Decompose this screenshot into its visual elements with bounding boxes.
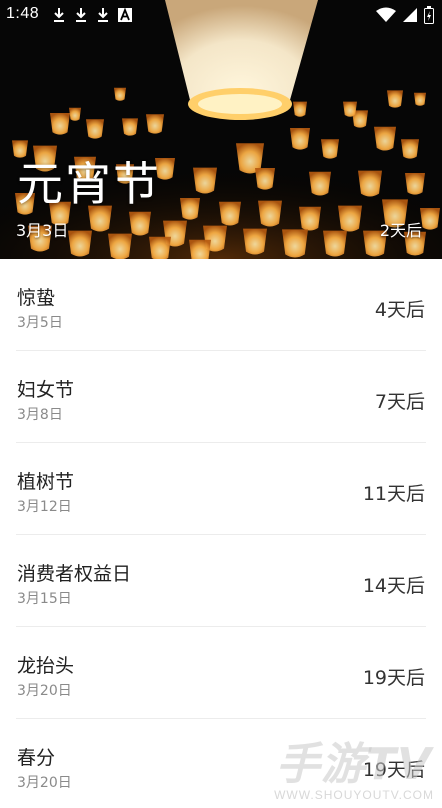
featured-holiday-countdown: 2天后 [379,221,422,240]
holiday-countdown: 7天后 [374,391,425,413]
wifi-icon [376,7,396,22]
signal-icon [403,8,417,22]
sky-lantern [420,208,440,230]
sky-lantern [299,206,321,231]
featured-holiday-banner[interactable]: 1:48 元宵节 3月3日 2天后 [0,0,442,259]
sky-lantern [321,139,339,159]
holiday-countdown: 19天后 [362,667,425,689]
holiday-list-item[interactable]: 植树节 3月12日 11天后 [16,443,426,535]
sky-lantern [293,101,307,117]
download-icon [98,8,108,22]
sky-lantern [309,171,331,196]
holiday-name: 妇女节 [17,379,75,401]
holiday-list-item[interactable]: 消费者权益日 3月15日 14天后 [16,535,426,627]
sky-lantern [86,119,104,139]
sky-lantern [69,107,81,121]
holiday-countdown: 4天后 [374,299,425,321]
sky-lantern [358,170,382,197]
sky-lantern [387,90,403,108]
holiday-name: 龙抬头 [17,655,75,677]
holiday-date: 3月12日 [17,499,72,515]
notification-icons [52,6,132,24]
holiday-list-item[interactable]: 惊蛰 3月5日 4天后 [16,259,426,351]
sky-lantern [108,233,132,259]
status-time: 1:48 [6,5,40,22]
featured-holiday-name: 元宵节 [17,157,161,211]
sky-lantern [68,230,92,257]
sky-lantern [189,239,211,259]
sky-lantern [282,229,308,258]
status-bar: 1:48 [0,0,442,30]
sky-lantern [193,167,217,194]
holiday-date: 3月8日 [17,407,63,423]
holiday-list-item[interactable]: 龙抬头 3月20日 19天后 [16,627,426,719]
sky-lantern [258,200,282,227]
sky-lantern [414,92,426,106]
holiday-name: 春分 [17,747,56,769]
download-icon [76,8,86,22]
battery-charging-icon [424,6,434,24]
sky-lantern [122,118,138,136]
sky-lantern [180,198,200,220]
holiday-countdown: 14天后 [362,575,425,597]
holiday-name: 惊蛰 [17,287,56,309]
system-icons [376,5,434,25]
sky-lantern [323,230,347,257]
holiday-countdown: 19天后 [362,759,425,781]
sky-lantern [405,173,425,195]
holiday-date: 3月5日 [17,315,63,331]
sky-lantern [255,168,275,190]
holiday-name: 植树节 [17,471,75,493]
sky-lantern [50,113,70,135]
font-a-icon [118,8,132,22]
featured-holiday-date: 3月3日 [16,221,69,240]
holiday-list-item[interactable]: 春分 3月20日 19天后 [16,719,426,808]
holiday-name: 消费者权益日 [17,563,132,585]
holiday-countdown: 11天后 [362,483,425,505]
sky-lantern [374,126,396,151]
holiday-date: 3月20日 [17,683,72,699]
sky-lantern [243,228,267,255]
holiday-date: 3月15日 [17,591,72,607]
sky-lantern [114,87,126,101]
download-icon [54,8,64,22]
holiday-list: 惊蛰 3月5日 4天后 妇女节 3月8日 7天后 植树节 3月12日 11天后 … [0,259,442,808]
sky-lantern [146,114,164,134]
sky-lantern [219,201,241,226]
sky-lantern [290,128,310,150]
sky-lantern [401,139,419,159]
holiday-date: 3月20日 [17,775,72,791]
holiday-list-item[interactable]: 妇女节 3月8日 7天后 [16,351,426,443]
sky-lantern [343,101,357,117]
sky-lantern [149,236,171,259]
app-screen: 1:48 元宵节 3月3日 2天后 惊蛰 3月5日 4天后 妇女节 3月8日 7… [0,0,442,808]
sky-lantern [338,205,362,232]
sky-lantern [129,211,151,236]
